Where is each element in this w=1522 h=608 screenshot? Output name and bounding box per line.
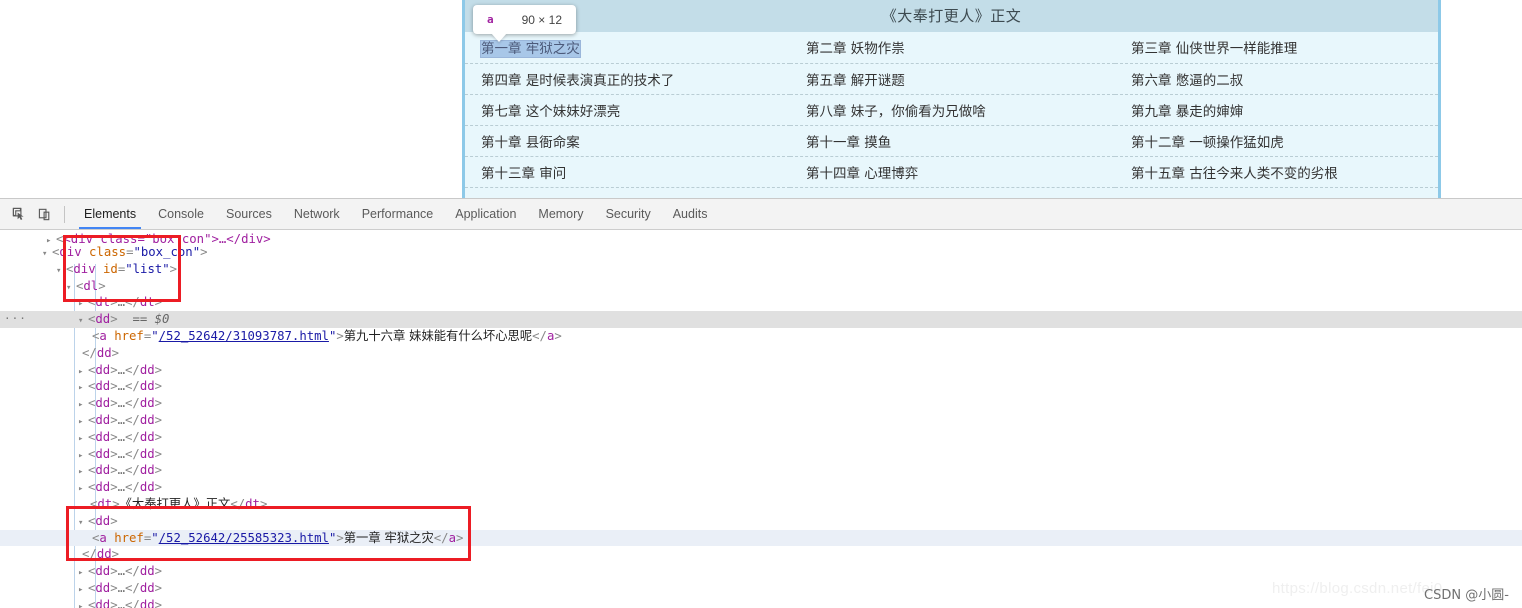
page-header: 《大奉打更人》正文 (465, 0, 1438, 32)
chapter-link[interactable]: 第十三章 审问 (481, 166, 566, 182)
element-inspector-tooltip: a 90 × 12 (473, 5, 576, 42)
tab-console[interactable]: Console (147, 199, 215, 229)
code-line[interactable]: ▸ <dd>…</dd> (0, 446, 1522, 463)
code-text: <div class="box_con">…</div> (63, 232, 271, 244)
code-line-hovered[interactable]: <a href="/52_52642/25585323.html">第一章 牢狱… (0, 529, 1522, 547)
code-line[interactable]: ▸ <dd>…</dd> (0, 462, 1522, 479)
tab-security[interactable]: Security (595, 199, 662, 229)
watermark-url: https://blog.csdn.net/fei0 (1272, 580, 1443, 597)
tab-audits[interactable]: Audits (662, 199, 719, 229)
tab-performance[interactable]: Performance (351, 199, 445, 229)
code-line[interactable]: ▸ <dd>…</dd> (0, 395, 1522, 412)
chapter-cell[interactable]: 第二章 妖物作祟 (790, 32, 1115, 64)
table-row: 第四章 是时候表演真正的技术了 第五章 解开谜题 第六章 憋逼的二叔 (465, 63, 1438, 95)
tab-elements[interactable]: Elements (73, 199, 147, 229)
dt-title-text: 《大奉打更人》正文 (119, 496, 231, 511)
chapter-link[interactable]: 第十五章 古往今来人类不变的劣根 (1131, 166, 1338, 182)
chapter-cell[interactable]: 第五章 解开谜题 (790, 63, 1115, 95)
chapter-link[interactable]: 第十章 县衙命案 (481, 135, 580, 151)
code-line[interactable]: ▾ <dd> (0, 513, 1522, 530)
anchor-text: 第九十六章 妹妹能有什么坏心思呢 (343, 328, 533, 343)
code-line[interactable]: ▸ <dt>…</dt> (0, 294, 1522, 311)
tab-application[interactable]: Application (444, 199, 527, 229)
tab-network[interactable]: Network (283, 199, 351, 229)
chapter-link[interactable]: 第七章 这个妹妹好漂亮 (481, 104, 620, 120)
code-line[interactable]: ▸ <dd>…</dd> (0, 362, 1522, 379)
chapter-cell[interactable]: 第八章 妹子，你偷看为兄做啥 (790, 94, 1115, 126)
table-row: 第十章 县衙命案 第十一章 摸鱼 第十二章 一顿操作猛如虎 (465, 125, 1438, 157)
tooltip-tag-name: a (487, 13, 494, 26)
chapter-cell[interactable]: 第一章 牢狱之灾 (465, 32, 790, 64)
chapter-cell[interactable]: 第十四章 心理博弈 (790, 156, 1115, 188)
devtools-panel: Elements Console Sources Network Perform… (0, 198, 1522, 608)
code-line[interactable]: <dt>《大奉打更人》正文</dt> (0, 496, 1522, 513)
devtools-toolbar: Elements Console Sources Network Perform… (0, 199, 1522, 230)
page-title: 《大奉打更人》正文 (881, 7, 1022, 25)
chapter-link[interactable]: 第三章 仙侠世界一样能推理 (1131, 41, 1297, 57)
chapter-cell[interactable]: 第七章 这个妹妹好漂亮 (465, 94, 790, 126)
chapter-cell[interactable]: 第十二章 一顿操作猛如虎 (1115, 125, 1438, 157)
inspect-element-icon[interactable] (6, 202, 32, 226)
code-line[interactable]: ▸ <dd>…</dd> (0, 597, 1522, 608)
dom-tree-view[interactable]: ▸ <<div class="box_con">…</div> ▾ <div cla… (0, 230, 1522, 608)
chapter-cell[interactable]: 第六章 憋逼的二叔 (1115, 63, 1438, 95)
table-row: 第十三章 审问 第十四章 心理博弈 第十五章 古往今来人类不变的劣根 (465, 156, 1438, 188)
devtools-tab-bar: Elements Console Sources Network Perform… (73, 199, 718, 229)
watermark-credit: CSDN @小圆- (1424, 588, 1509, 603)
selected-node-marker: == $0 (132, 312, 170, 327)
code-line[interactable]: ▾ <div id="list"> (0, 261, 1522, 278)
chapter-cell[interactable]: 第十五章 古往今来人类不变的劣根 (1115, 156, 1438, 188)
anchor-text: 第一章 牢狱之灾 (343, 530, 434, 545)
tooltip-pointer-icon (491, 33, 507, 42)
code-line[interactable]: </dd> (0, 546, 1522, 563)
chapter-cell[interactable]: 第十章 县衙命案 (465, 125, 790, 157)
chapter-list-container: 《大奉打更人》正文 第一章 牢狱之灾 第二章 妖物作祟 第三章 仙侠世界一样能推… (462, 0, 1441, 198)
code-line[interactable]: ▾ <div class="box_con"> (0, 244, 1522, 261)
chapter-cell[interactable]: 第十三章 审问 (465, 156, 790, 188)
device-toolbar-icon[interactable] (32, 202, 58, 226)
chapter-link[interactable]: 第十四章 心理博弈 (806, 166, 918, 182)
tooltip-dimensions: 90 × 12 (521, 12, 562, 27)
code-line[interactable]: ▸ <dd>…</dd> (0, 479, 1522, 496)
code-line-selected[interactable]: ··· ▾ <dd> == $0 (0, 311, 1522, 328)
tab-sources[interactable]: Sources (215, 199, 283, 229)
code-line[interactable]: ▸ <dd>…</dd> (0, 563, 1522, 580)
code-line[interactable]: </dd> (0, 345, 1522, 362)
chapter-link[interactable]: 第十一章 摸鱼 (806, 135, 891, 151)
chapter-link[interactable]: 第十二章 一顿操作猛如虎 (1131, 135, 1284, 151)
chapter-link[interactable]: 第一章 牢狱之灾 (480, 40, 581, 59)
code-line[interactable]: ▸ <<div class="box_con">…</div> (0, 231, 1522, 244)
code-line[interactable]: ▸ <dd>…</dd> (0, 429, 1522, 446)
chapter-link[interactable]: 第五章 解开谜题 (806, 73, 905, 89)
chapter-cell[interactable]: 第九章 暴走的婶婶 (1115, 94, 1438, 126)
overflow-dots-icon: ··· (4, 312, 27, 326)
chapter-link[interactable]: 第八章 妹子，你偷看为兄做啥 (806, 104, 986, 120)
toolbar-divider (64, 205, 65, 223)
chapter-cell[interactable]: 第四章 是时候表演真正的技术了 (465, 63, 790, 95)
href-value[interactable]: /52_52642/25585323.html (159, 531, 329, 545)
chapter-link[interactable]: 第四章 是时候表演真正的技术了 (481, 73, 674, 89)
code-line[interactable]: ▸ <dd>…</dd> (0, 378, 1522, 395)
chapter-link[interactable]: 第六章 憋逼的二叔 (1131, 73, 1243, 89)
tab-memory[interactable]: Memory (527, 199, 594, 229)
code-line[interactable]: <a href="/52_52642/31093787.html">第九十六章 … (0, 328, 1522, 345)
chapter-link[interactable]: 第九章 暴走的婶婶 (1131, 104, 1243, 120)
rendered-web-page: 《大奉打更人》正文 第一章 牢狱之灾 第二章 妖物作祟 第三章 仙侠世界一样能推… (0, 0, 1522, 198)
chapter-cell[interactable]: 第三章 仙侠世界一样能推理 (1115, 32, 1438, 64)
chapter-list-table: 第一章 牢狱之灾 第二章 妖物作祟 第三章 仙侠世界一样能推理 第四章 是时候表… (465, 32, 1438, 188)
code-line[interactable]: ▸ <dd>…</dd> (0, 412, 1522, 429)
table-row: 第七章 这个妹妹好漂亮 第八章 妹子，你偷看为兄做啥 第九章 暴走的婶婶 (465, 94, 1438, 126)
href-value[interactable]: /52_52642/31093787.html (159, 329, 329, 343)
chapter-cell[interactable]: 第十一章 摸鱼 (790, 125, 1115, 157)
code-line[interactable]: ▾ <dl> (0, 278, 1522, 295)
chapter-link[interactable]: 第二章 妖物作祟 (806, 41, 905, 57)
table-row: 第一章 牢狱之灾 第二章 妖物作祟 第三章 仙侠世界一样能推理 (465, 32, 1438, 64)
